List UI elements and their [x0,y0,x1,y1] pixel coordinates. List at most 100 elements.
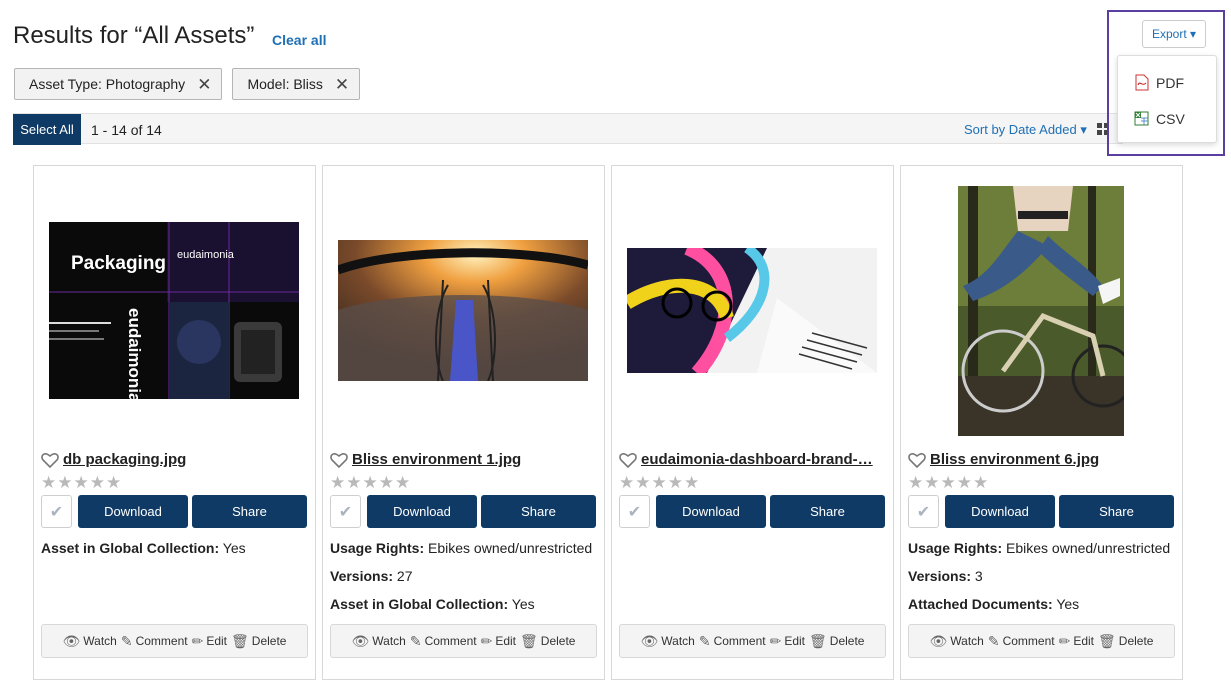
metadata-key: Usage Rights: [908,540,1003,556]
eye-icon: 👁 [929,632,948,649]
share-button[interactable]: Share [192,495,307,528]
comment-action[interactable]: ✎ Comment [410,633,477,650]
delete-action[interactable]: 🗑 Delete [231,633,286,650]
star-icon[interactable]: ★ [973,474,988,491]
star-icon[interactable]: ★ [908,474,923,491]
delete-action[interactable]: 🗑 Delete [520,633,575,650]
trash-icon: 🗑 [520,632,538,649]
heart-icon[interactable] [41,452,59,468]
download-button[interactable]: Download [656,495,766,528]
sort-dropdown[interactable]: Sort by Date Added ▾ [964,122,1087,138]
share-button[interactable]: Share [770,495,885,528]
metadata-line: Versions: 27 [330,568,592,596]
star-icon[interactable]: ★ [330,474,345,491]
asset-thumbnail[interactable] [901,166,1182,451]
export-csv-item[interactable]: CSV [1134,110,1185,127]
star-icon[interactable]: ★ [619,474,634,491]
close-icon[interactable]: ✕ [197,76,211,93]
asset-metadata: Usage Rights: Ebikes owned/unrestricted … [330,540,592,624]
asset-name-link[interactable]: Bliss environment 6.jpg [930,451,1099,468]
watch-action[interactable]: 👁 Watch [930,633,984,650]
asset-thumbnail[interactable] [612,166,893,451]
comment-action[interactable]: ✎ Comment [699,633,766,650]
star-icon[interactable]: ★ [668,474,683,491]
metadata-line: Asset in Global Collection: Yes [41,540,246,568]
select-all-button[interactable]: Select All [13,114,81,145]
edit-action[interactable]: ✏ Edit [481,633,516,650]
delete-action[interactable]: 🗑 Delete [1098,633,1153,650]
star-icon[interactable]: ★ [379,474,394,491]
heart-icon[interactable] [619,452,637,468]
metadata-line: Usage Rights: Ebikes owned/unrestricted [330,540,592,568]
select-checkbox[interactable]: ✔ [41,495,72,528]
result-count: 1 - 14 of 14 [91,122,162,138]
delete-label: Delete [540,634,576,648]
heart-icon[interactable] [330,452,348,468]
asset-thumbnail[interactable]: Packaging eudaimonia eudaimonia [34,166,315,451]
select-checkbox[interactable]: ✔ [330,495,361,528]
trash-icon: 🗑 [809,632,827,649]
asset-title-row: Bliss environment 1.jpg [330,451,598,468]
delete-action[interactable]: 🗑 Delete [809,633,864,650]
star-icon[interactable]: ★ [635,474,650,491]
comment-action[interactable]: ✎ Comment [988,633,1055,650]
caret-down-icon: ▾ [1190,27,1197,41]
metadata-value: Yes [222,540,246,556]
download-button[interactable]: Download [945,495,1055,528]
metadata-key: Attached Documents: [908,596,1053,612]
star-icon[interactable]: ★ [57,474,72,491]
pdf-file-icon [1135,74,1149,91]
share-button[interactable]: Share [481,495,596,528]
asset-thumbnail[interactable] [323,166,604,451]
star-rating: ★ ★ ★ ★ ★ [908,474,988,491]
delete-label: Delete [251,634,287,648]
watch-action[interactable]: 👁 Watch [641,633,695,650]
star-icon[interactable]: ★ [74,474,89,491]
star-icon[interactable]: ★ [924,474,939,491]
comment-icon: ✎ [409,632,422,649]
metadata-key: Versions: [330,568,394,584]
edit-action[interactable]: ✏ Edit [770,633,805,650]
star-icon[interactable]: ★ [346,474,361,491]
asset-card: Bliss environment 1.jpg ★ ★ ★ ★ ★ ✔ Download… [322,165,605,680]
asset-name-link[interactable]: eudaimonia-dashboard-brand-… [641,451,873,468]
export-menu: PDF CSV [1117,55,1217,143]
asset-actions: ✔ Download Share [908,495,1174,528]
star-icon[interactable]: ★ [41,474,56,491]
comment-action[interactable]: ✎ Comment [121,633,188,650]
asset-name-link[interactable]: Bliss environment 1.jpg [352,451,521,468]
bike-sunset-image [338,240,588,381]
edit-label: Edit [206,634,228,648]
close-icon[interactable]: ✕ [335,76,349,93]
share-button[interactable]: Share [1059,495,1174,528]
metadata-line: Usage Rights: Ebikes owned/unrestricted [908,540,1170,568]
edit-action[interactable]: ✏ Edit [192,633,227,650]
star-icon[interactable]: ★ [684,474,699,491]
packaging-image: Packaging eudaimonia eudaimonia [49,222,299,399]
star-icon[interactable]: ★ [90,474,105,491]
export-pdf-item[interactable]: PDF [1134,74,1184,91]
trash-icon: 🗑 [1098,632,1116,649]
export-button[interactable]: Export ▾ [1142,20,1206,48]
star-icon[interactable]: ★ [106,474,121,491]
comment-label: Comment [424,634,477,648]
heart-icon[interactable] [908,452,926,468]
edit-action[interactable]: ✏ Edit [1059,633,1094,650]
star-icon[interactable]: ★ [395,474,410,491]
watch-action[interactable]: 👁 Watch [63,633,117,650]
select-checkbox[interactable]: ✔ [908,495,939,528]
star-icon[interactable]: ★ [652,474,667,491]
select-checkbox[interactable]: ✔ [619,495,650,528]
asset-card: Bliss environment 6.jpg ★ ★ ★ ★ ★ ✔ Download… [900,165,1183,680]
star-icon[interactable]: ★ [363,474,378,491]
download-button[interactable]: Download [367,495,477,528]
download-button[interactable]: Download [78,495,188,528]
asset-name-link[interactable]: db packaging.jpg [63,451,186,468]
comment-icon: ✎ [698,632,711,649]
star-icon[interactable]: ★ [957,474,972,491]
star-icon[interactable]: ★ [941,474,956,491]
delete-label: Delete [829,634,865,648]
clear-all-link[interactable]: Clear all [272,32,326,48]
watch-action[interactable]: 👁 Watch [352,633,406,650]
asset-footer-actions: 👁 Watch ✎ Comment ✏ Edit 🗑 Delete [41,624,308,658]
